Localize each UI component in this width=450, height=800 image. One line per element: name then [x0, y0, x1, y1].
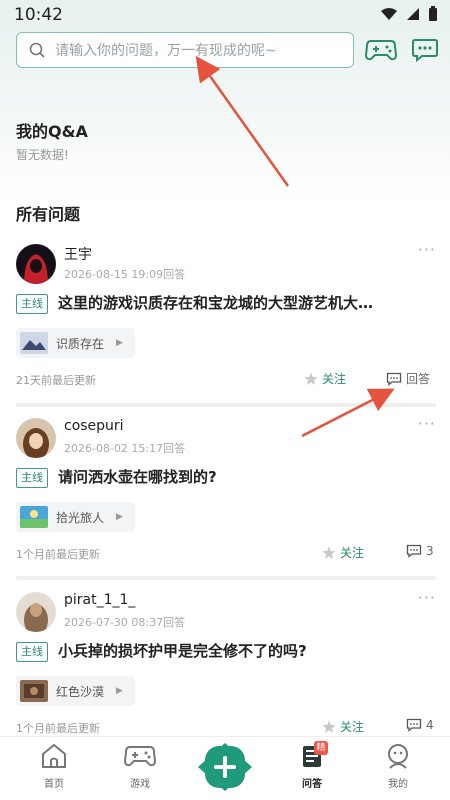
question-title[interactable]: 请问洒水壶在哪找到的?	[58, 466, 430, 487]
comment-icon	[386, 372, 402, 386]
last-updated: 1个月前最后更新	[16, 722, 100, 735]
comment-icon	[406, 544, 422, 558]
answer-meta: 2026-08-02 15:17回答	[64, 442, 186, 455]
follow-label: 关注	[340, 720, 365, 734]
follow-button[interactable]: 关注	[322, 718, 364, 735]
game-chip[interactable]: 红色沙漠 ▶	[16, 676, 135, 706]
follow-label: 关注	[340, 546, 365, 560]
star-icon	[322, 720, 336, 733]
game-controller-icon	[365, 40, 397, 61]
author-name[interactable]: cosepuri	[64, 418, 124, 434]
nav-home-label: 首页	[44, 779, 64, 790]
annotation-arrow-search	[195, 55, 290, 187]
search-icon	[29, 42, 45, 58]
play-arrow-icon: ▶	[116, 338, 123, 348]
nav-games[interactable]: 游戏	[110, 743, 170, 790]
last-updated: 1个月前最后更新	[16, 548, 100, 561]
answer-button[interactable]: 4	[406, 718, 434, 732]
plus-icon	[198, 743, 252, 791]
game-thumbnail	[20, 332, 48, 354]
all-questions-title: 所有问题	[16, 205, 81, 224]
search-placeholder: 请输入你的问题，万一有现成的呢~	[55, 43, 277, 59]
nav-qa-label: 问答	[302, 779, 322, 790]
star-icon	[322, 546, 336, 559]
follow-label: 关注	[322, 372, 347, 386]
question-tag: 主线	[16, 642, 48, 662]
last-updated: 21天前最后更新	[16, 374, 96, 387]
bottom-nav: 首页 游戏 精 问答 我的	[0, 736, 450, 800]
question-card[interactable]: 王宇 2026-08-15 19:09回答 ··· 主线 这里的游戏识质存在和宝…	[0, 240, 450, 404]
nav-games-label: 游戏	[130, 779, 150, 790]
question-card[interactable]: cosepuri 2026-08-02 15:17回答 ··· 主线 请问洒水壶…	[0, 414, 450, 578]
game-name: 红色沙漠	[56, 684, 105, 699]
game-thumbnail	[20, 680, 48, 702]
avatar[interactable]	[16, 418, 56, 458]
nav-me-label: 我的	[388, 779, 408, 790]
game-chip[interactable]: 拾光旅人 ▶	[16, 502, 135, 532]
card-divider	[16, 576, 436, 580]
answer-meta: 2026-07-30 08:37回答	[64, 616, 186, 629]
battery-icon	[429, 6, 437, 21]
play-arrow-icon: ▶	[116, 512, 123, 522]
signal-icon	[407, 8, 419, 20]
wifi-icon	[381, 8, 397, 20]
question-title[interactable]: 小兵掉的损坏护甲是完全修不了的吗?	[58, 640, 430, 661]
home-icon	[42, 743, 66, 768]
star-icon	[304, 372, 318, 385]
question-title[interactable]: 这里的游戏识质存在和宝龙城的大型游艺机大…	[58, 292, 430, 313]
status-time: 10:42	[14, 5, 63, 25]
chat-bubble-icon	[412, 39, 438, 62]
nav-home[interactable]: 首页	[24, 743, 84, 790]
more-options-icon[interactable]: ···	[418, 240, 436, 259]
card-divider	[16, 403, 436, 407]
qa-page: 10:42 请输入你的问题，万一有现成的呢~ 我的Q&A 暂无数据! 所有问题	[0, 0, 450, 800]
create-post-button[interactable]	[198, 743, 252, 791]
status-icons	[380, 6, 438, 22]
question-card[interactable]: pirat_1_1_ 2026-07-30 08:37回答 ··· 主线 小兵掉…	[0, 588, 450, 752]
my-qa-title: 我的Q&A	[16, 122, 88, 141]
message-button[interactable]	[408, 34, 442, 66]
answer-count: 4	[426, 718, 434, 732]
search-input[interactable]: 请输入你的问题，万一有现成的呢~	[16, 32, 354, 68]
qa-badge: 精	[314, 741, 328, 755]
follow-button[interactable]: 关注	[322, 544, 364, 561]
game-thumbnail	[20, 506, 48, 528]
answer-button[interactable]: 3	[406, 544, 434, 558]
game-name: 拾光旅人	[56, 510, 105, 525]
question-tag: 主线	[16, 294, 48, 314]
follow-button[interactable]: 关注	[304, 370, 346, 387]
answer-count: 3	[426, 544, 434, 558]
status-bar: 10:42	[0, 0, 450, 30]
nav-me[interactable]: 我的	[368, 743, 428, 790]
game-chip[interactable]: 识质存在 ▶	[16, 328, 135, 358]
game-controller-button[interactable]	[364, 34, 398, 66]
nav-qa[interactable]: 精 问答	[282, 741, 342, 790]
answer-label: 回答	[406, 372, 431, 386]
game-name: 识质存在	[56, 336, 105, 351]
profile-icon	[388, 744, 408, 769]
comment-icon	[406, 718, 422, 732]
answer-meta: 2026-08-15 19:09回答	[64, 268, 186, 281]
play-arrow-icon: ▶	[116, 686, 123, 696]
avatar[interactable]	[16, 592, 56, 632]
my-qa-empty: 暂无数据!	[16, 148, 69, 162]
avatar[interactable]	[16, 244, 56, 284]
answer-button[interactable]: 回答	[386, 370, 430, 387]
author-name[interactable]: 王宇	[64, 244, 92, 264]
question-tag: 主线	[16, 468, 48, 488]
more-options-icon[interactable]: ···	[418, 588, 436, 607]
author-name[interactable]: pirat_1_1_	[64, 592, 135, 608]
game-controller-icon	[123, 746, 157, 767]
more-options-icon[interactable]: ···	[418, 414, 436, 433]
